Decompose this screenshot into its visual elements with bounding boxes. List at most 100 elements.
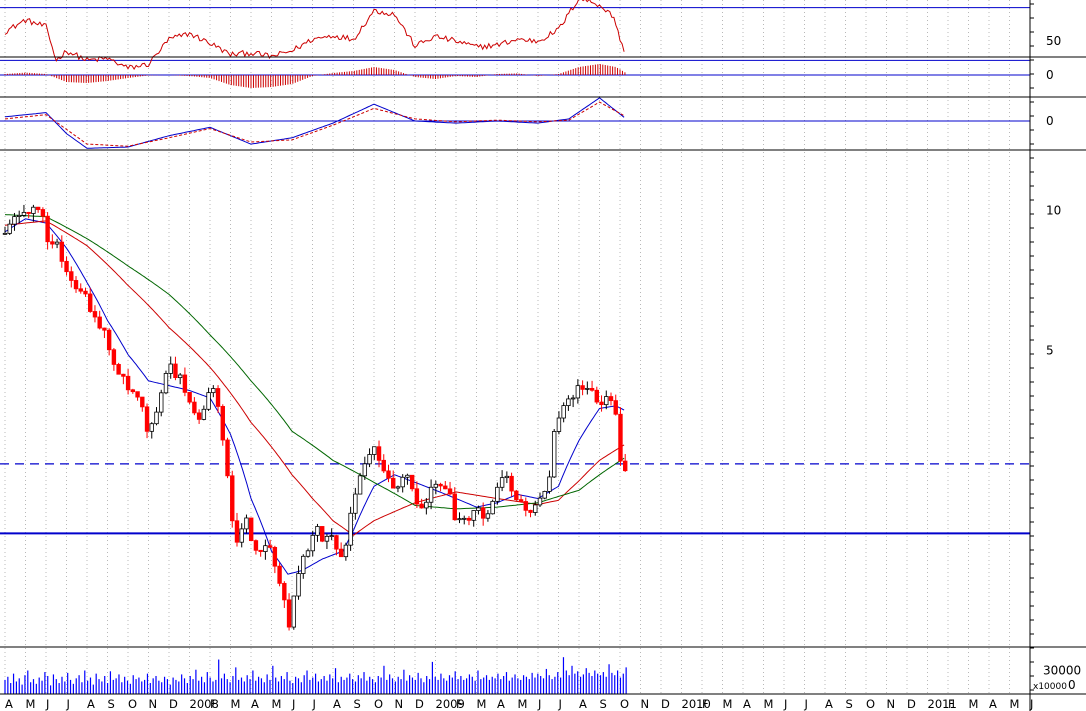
candle-body [140, 396, 145, 408]
month-label: J [291, 697, 295, 711]
month-label: M [518, 697, 528, 711]
candle-body [338, 548, 344, 558]
candle-body [225, 439, 230, 477]
candle-body [12, 216, 17, 225]
candle-body [514, 490, 519, 501]
month-label: N [641, 697, 650, 711]
candle-body [623, 460, 628, 472]
month-label: M [969, 697, 979, 711]
candle-body [462, 517, 467, 520]
candle-body [400, 476, 405, 488]
macd-line [4, 97, 625, 149]
candle-body [26, 211, 31, 214]
candle-body [424, 501, 429, 509]
month-label: A [251, 697, 259, 711]
candle-body [130, 389, 136, 393]
month-label: A [989, 697, 997, 711]
candle-body [533, 504, 538, 513]
candle-body [438, 483, 443, 487]
candle-body [239, 528, 244, 543]
month-label: J [45, 697, 49, 711]
candle-body [173, 363, 178, 379]
month-label: O [866, 697, 875, 711]
candle-body [291, 595, 296, 628]
candle-body [69, 271, 74, 281]
candle-body [286, 599, 292, 628]
month-label: S [846, 697, 853, 711]
candle-body [372, 446, 377, 455]
candle-body [215, 388, 221, 407]
macd-line [4, 101, 625, 147]
candle-body [447, 488, 453, 495]
candle-body [253, 540, 259, 551]
candle-body [490, 500, 495, 515]
candle-body [182, 374, 188, 393]
month-label: J [783, 697, 787, 711]
candle-body [480, 507, 486, 519]
candle-body [466, 517, 472, 521]
candle-body [305, 550, 311, 557]
volume-unit-label: x10000 [1033, 682, 1067, 692]
candle-body [97, 316, 102, 329]
candle-body [135, 391, 140, 398]
candle-body [395, 486, 401, 489]
candle-body [613, 400, 618, 415]
month-label: F [702, 697, 709, 711]
histogram-tick-label: 0 [1046, 68, 1054, 82]
candle-body [386, 470, 391, 479]
month-label: A [743, 697, 751, 711]
candle-body [92, 311, 98, 318]
macd-tick-label: 0 [1046, 114, 1054, 128]
candle-body [509, 475, 514, 492]
candle-body [277, 565, 282, 584]
month-label: F [456, 697, 463, 711]
month-label: D [169, 697, 178, 711]
candle-body [35, 206, 41, 210]
candle-body [381, 459, 386, 472]
month-label: N [887, 697, 896, 711]
candle-body [580, 385, 585, 390]
candle-body [64, 260, 69, 273]
month-label: N [395, 697, 404, 711]
candle-body [192, 401, 197, 414]
candle-body [234, 520, 240, 543]
candle-body [367, 454, 372, 465]
candle-body [428, 486, 434, 503]
price-tick-label: 5 [1046, 343, 1054, 357]
price-tick-label: 10 [1046, 204, 1061, 218]
candle-body [111, 349, 117, 365]
month-label: J [312, 697, 316, 711]
month-label: M [231, 697, 241, 711]
candle-body [272, 546, 278, 567]
candle-body [267, 545, 273, 548]
candle-body [485, 513, 491, 519]
candle-body [296, 573, 301, 597]
candle-body [547, 476, 552, 492]
candle-body [433, 483, 439, 488]
candle-body [537, 497, 543, 506]
candle-body [353, 493, 358, 514]
candle-body [405, 474, 410, 478]
month-label: F [210, 697, 217, 711]
month-label: S [108, 697, 115, 711]
candle-body [443, 485, 448, 490]
candle-body [220, 406, 225, 441]
candle-body [17, 214, 22, 217]
candle-body [391, 477, 396, 489]
candle-body [106, 329, 112, 351]
month-label: M [26, 697, 36, 711]
candle-body [88, 293, 93, 312]
month-label: A [825, 697, 833, 711]
month-label: A [87, 697, 95, 711]
candle-body [414, 488, 420, 505]
month-label: M [1010, 697, 1020, 711]
volume-panel: 300000x10000 [4, 657, 1081, 694]
month-label: J [1029, 697, 1033, 711]
candle-body [575, 385, 581, 399]
candle-body [585, 387, 590, 390]
indicator-panel-oscillator: 50 [0, 0, 1061, 70]
candle-body [310, 534, 315, 552]
candle-body [21, 211, 27, 216]
candle-body [528, 509, 533, 513]
month-label: S [354, 697, 361, 711]
